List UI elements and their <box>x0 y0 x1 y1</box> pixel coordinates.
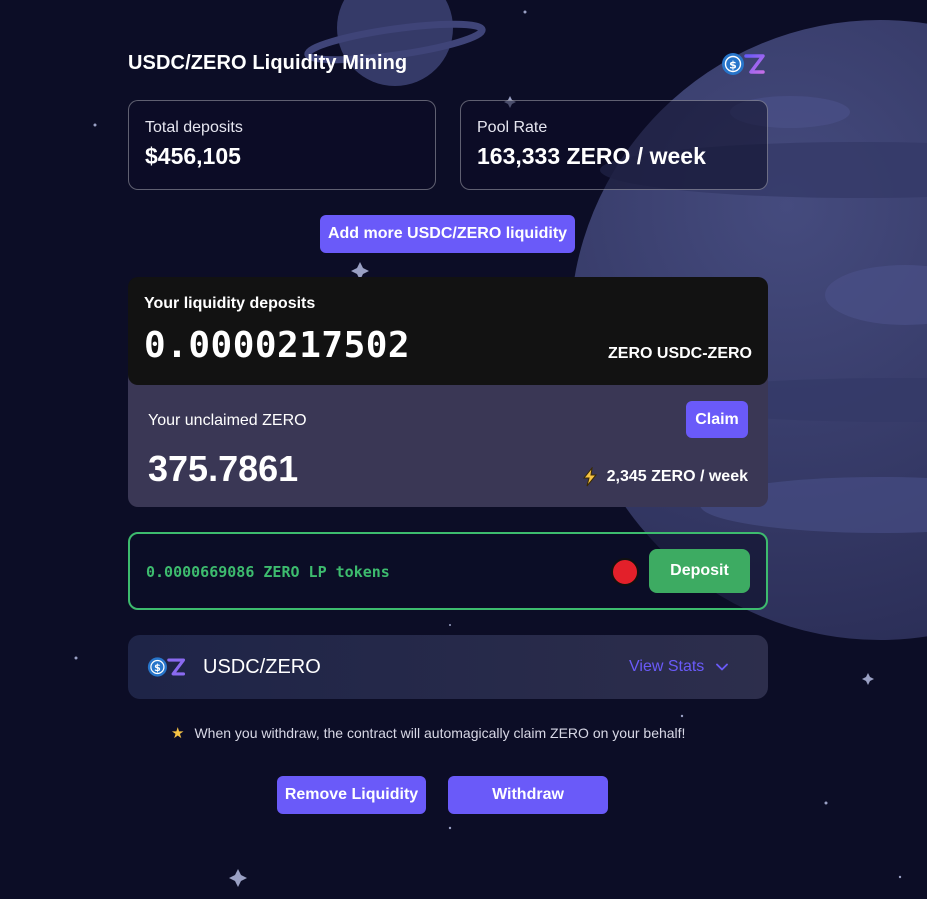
withdraw-notice: ★ When you withdraw, the contract will a… <box>171 724 685 742</box>
page-title: USDC/ZERO Liquidity Mining <box>128 52 408 74</box>
pool-row[interactable]: $ USDC/ZERO View Stats <box>128 635 768 699</box>
deposits-value: 0.0000217502 <box>144 325 411 366</box>
deposits-title: Your liquidity deposits <box>144 295 316 312</box>
pool-rate-card: Pool Rate 163,333 ZERO / week <box>460 100 768 190</box>
total-deposits-label: Total deposits <box>145 119 243 136</box>
total-deposits-card: Total deposits $456,105 <box>128 100 436 190</box>
star-icon: ★ <box>171 725 185 742</box>
svg-text:$: $ <box>154 663 161 674</box>
unclaimed-card: Your unclaimed ZERO Claim 375.7861 2,345… <box>128 370 768 507</box>
withdraw-button[interactable]: Withdraw <box>448 776 608 814</box>
deposits-unit: ZERO USDC-ZERO <box>608 345 752 362</box>
total-deposits-value: $456,105 <box>145 143 241 169</box>
reward-rate-text: 2,345 ZERO / week <box>606 468 748 485</box>
claim-button[interactable]: Claim <box>686 401 748 438</box>
add-liquidity-button[interactable]: Add more USDC/ZERO liquidity <box>320 215 575 253</box>
withdraw-notice-text: When you withdraw, the contract will aut… <box>194 725 686 741</box>
remove-liquidity-button[interactable]: Remove Liquidity <box>277 776 426 814</box>
view-stats-label: View Stats <box>629 658 705 675</box>
view-stats-button[interactable]: View Stats <box>629 658 729 676</box>
status-dot <box>611 558 639 586</box>
reward-rate: 2,345 ZERO / week <box>581 467 748 487</box>
lightning-icon <box>582 467 597 487</box>
unclaimed-label: Your unclaimed ZERO <box>148 412 307 429</box>
svg-text:$: $ <box>729 59 737 72</box>
usdc-zero-pair-logo: $ <box>722 53 765 75</box>
pool-rate-label: Pool Rate <box>477 119 548 136</box>
lp-tokens-text: 0.0000669086 ZERO LP tokens <box>146 563 390 581</box>
usdc-zero-pair-logo: $ <box>147 657 186 677</box>
deposit-button[interactable]: Deposit <box>649 549 750 593</box>
lp-tokens-card: 0.0000669086 ZERO LP tokens Deposit <box>128 532 768 610</box>
liquidity-deposits-card: Your liquidity deposits 0.0000217502 ZER… <box>128 277 768 385</box>
unclaimed-value: 375.7861 <box>148 448 299 489</box>
pool-rate-value: 163,333 ZERO / week <box>477 143 706 169</box>
pool-name: USDC/ZERO <box>203 656 321 678</box>
chevron-down-icon <box>716 663 729 671</box>
